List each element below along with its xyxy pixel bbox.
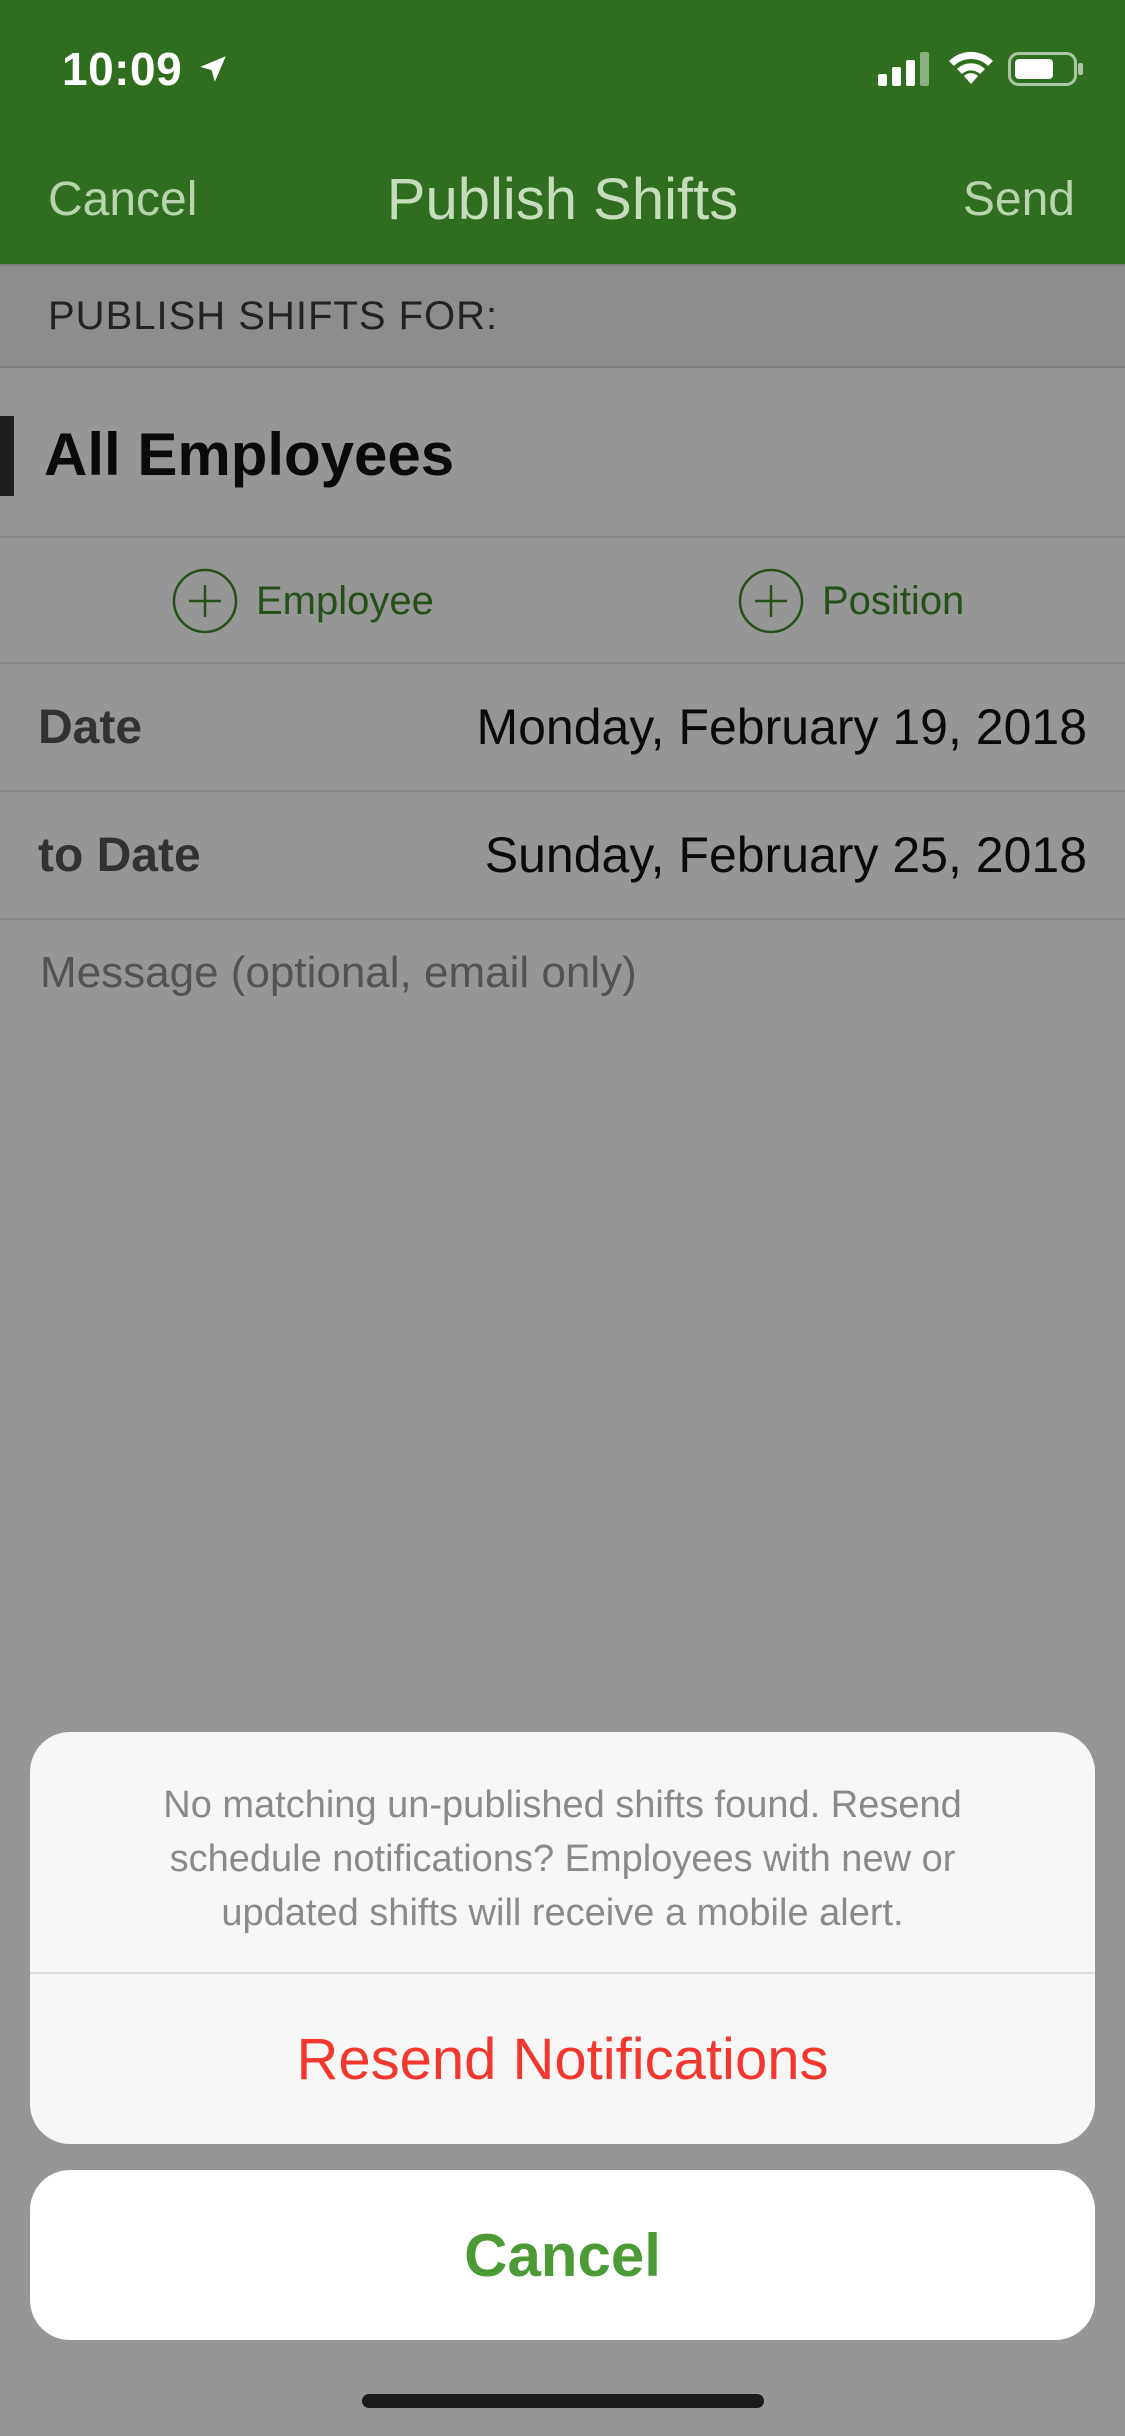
battery-icon <box>1008 52 1083 86</box>
resend-notifications-button[interactable]: Resend Notifications <box>30 1974 1095 2144</box>
location-arrow-icon <box>200 56 226 82</box>
nav-bar: Cancel Publish Shifts Send <box>0 134 1125 264</box>
page-title: Publish Shifts <box>386 167 739 232</box>
action-sheet-message: No matching un-published shifts found. R… <box>163 1784 962 1934</box>
action-sheet: No matching un-published shifts found. R… <box>30 1732 1095 2144</box>
cellular-signal-icon <box>878 52 929 86</box>
send-button[interactable]: Send <box>963 172 1075 227</box>
status-bar: 10:09 <box>0 0 1125 134</box>
status-time: 10:09 <box>62 43 183 95</box>
home-indicator <box>362 2394 764 2408</box>
wifi-icon <box>949 51 993 84</box>
action-sheet-cancel-button[interactable]: Cancel <box>30 2170 1095 2340</box>
screen: 10:09 Cancel Publish Shifts Send PUBLISH… <box>0 0 1125 2436</box>
